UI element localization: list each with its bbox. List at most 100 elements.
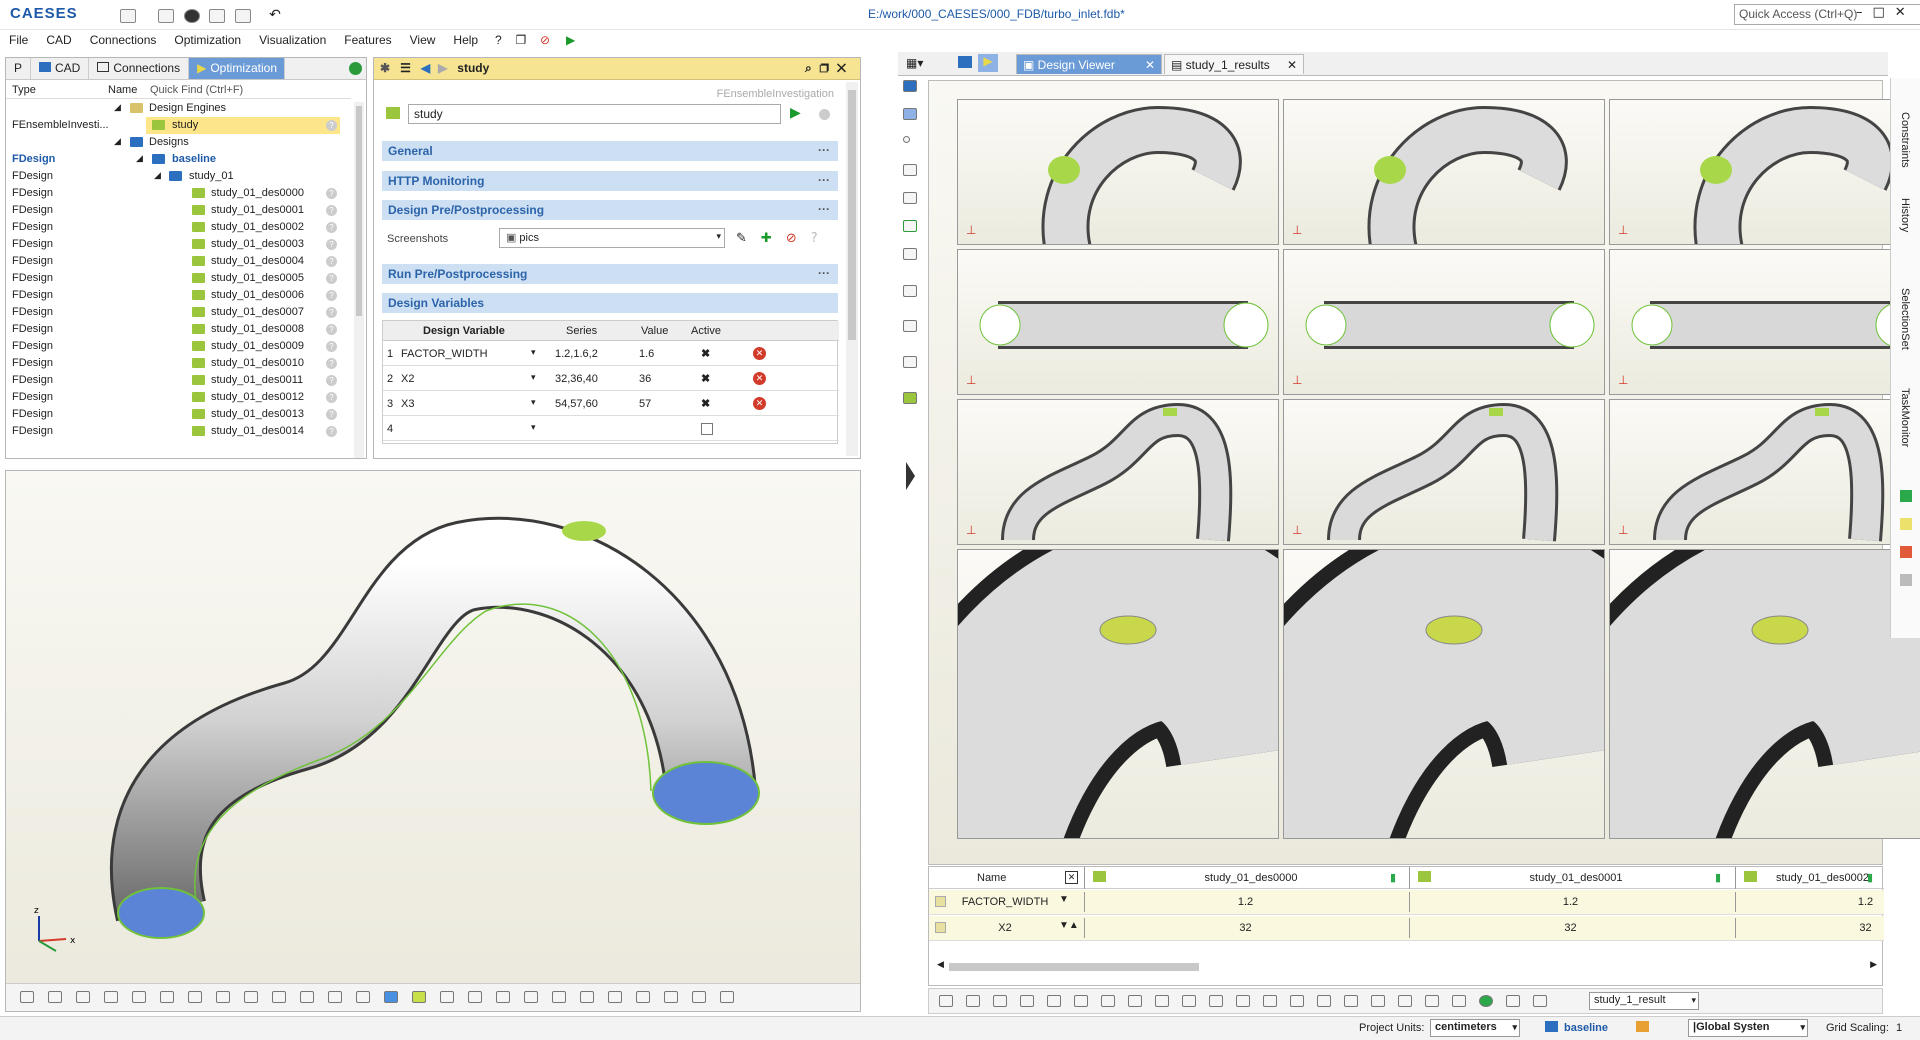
lock-icon[interactable]: ▮ bbox=[1867, 871, 1873, 884]
design-preview-cell[interactable]: ⊥ bbox=[1609, 399, 1920, 545]
undo-icon[interactable]: ↶ bbox=[269, 7, 281, 23]
play-icon[interactable]: ▶ bbox=[978, 54, 998, 72]
tool-surface-icon[interactable] bbox=[903, 192, 917, 204]
viewer-tool-icon[interactable] bbox=[1479, 995, 1493, 1007]
cut-icon[interactable] bbox=[272, 991, 286, 1003]
active-checkbox[interactable]: ✖ bbox=[701, 372, 710, 385]
pipe-model[interactable]: z x bbox=[6, 471, 862, 983]
tree-scroll-thumb[interactable] bbox=[356, 106, 362, 316]
search-icon[interactable] bbox=[720, 991, 734, 1003]
tree-item[interactable]: FDesign study_01_des0013? bbox=[6, 406, 351, 423]
help-icon[interactable]: ? bbox=[326, 205, 337, 216]
viewer-tool-icon[interactable] bbox=[1344, 995, 1358, 1007]
help-icon[interactable] bbox=[819, 109, 830, 120]
close-icon[interactable]: ✕ bbox=[1145, 58, 1155, 72]
active-checkbox[interactable]: ✖ bbox=[701, 397, 710, 410]
tool-green-surface-icon[interactable] bbox=[903, 220, 917, 232]
design-preview-cell[interactable]: ⊥ bbox=[1283, 399, 1605, 545]
side-taskmonitor[interactable]: TaskMonitor bbox=[1899, 388, 1911, 447]
tree-item[interactable]: FDesign study_01_des0003? bbox=[6, 236, 351, 253]
main-3d-viewport[interactable]: z x bbox=[5, 470, 861, 1012]
menu-file[interactable]: File bbox=[0, 30, 37, 47]
design-preview-cell[interactable]: ⊥ bbox=[1609, 249, 1920, 395]
row-series[interactable]: 1.2,1.6,2 bbox=[555, 348, 598, 360]
delete-icon[interactable]: ✕ bbox=[753, 372, 766, 385]
tool-run-icon[interactable] bbox=[903, 392, 917, 404]
tree-item[interactable]: FDesign study_01_des0006? bbox=[6, 287, 351, 304]
lock-icon[interactable]: ▮ bbox=[1715, 871, 1721, 884]
tree-item[interactable]: FDesign study_01_des0009? bbox=[6, 338, 351, 355]
tab-p[interactable]: P bbox=[6, 58, 32, 79]
table-row[interactable]: 3 X3 ▾ 54,57,60 57 ✖ ✕ bbox=[383, 392, 839, 416]
help-icon[interactable]: ? bbox=[326, 188, 337, 199]
lock-icon[interactable]: ▮ bbox=[1390, 871, 1396, 884]
layout-grid-icon[interactable]: ▦▾ bbox=[906, 56, 923, 70]
status-gray-icon[interactable] bbox=[1900, 574, 1912, 586]
row-value[interactable]: 57 bbox=[639, 398, 651, 410]
run-icon[interactable]: ▶ bbox=[790, 105, 801, 121]
section-http[interactable]: HTTP Monitoring ··· bbox=[382, 171, 838, 191]
more-icon[interactable]: ··· bbox=[818, 202, 830, 216]
sort-icon[interactable]: ▼▲ bbox=[1059, 920, 1079, 931]
active-checkbox[interactable]: ✖ bbox=[701, 347, 710, 360]
row-variable[interactable]: X2 bbox=[401, 373, 414, 385]
tab-connections[interactable]: Connections bbox=[89, 58, 190, 79]
mesh-icon[interactable] bbox=[692, 991, 706, 1003]
info-icon[interactable] bbox=[384, 991, 398, 1003]
chevron-down-icon[interactable]: ▾ bbox=[531, 372, 536, 383]
help-icon[interactable]: ? bbox=[326, 375, 337, 386]
close-icon[interactable]: ✕ bbox=[1895, 5, 1916, 20]
curve-icon[interactable] bbox=[104, 991, 118, 1003]
results-column-header[interactable]: study_01_des0000 ▮ bbox=[1084, 867, 1406, 889]
results-scrollbar[interactable]: ◀ ▶ bbox=[937, 959, 1877, 973]
chevron-down-icon[interactable]: ▾ bbox=[716, 231, 721, 242]
chevron-down-icon[interactable]: ▾ bbox=[1800, 1022, 1805, 1033]
results-column-header[interactable]: study_01_des0002 ▮ bbox=[1735, 867, 1883, 889]
tree-study-01[interactable]: FDesign ◢ study_01 bbox=[6, 168, 351, 185]
maximize-icon[interactable]: □ bbox=[1873, 5, 1895, 20]
brep-icon[interactable] bbox=[244, 991, 258, 1003]
surface-icon[interactable] bbox=[132, 991, 146, 1003]
viewer-tool-icon[interactable] bbox=[1425, 995, 1439, 1007]
chevron-down-icon[interactable]: ▾ bbox=[531, 397, 536, 408]
expand-icon[interactable]: ◢ bbox=[114, 136, 121, 147]
axis-icon[interactable] bbox=[356, 991, 370, 1003]
viewer-tool-icon[interactable] bbox=[1263, 995, 1277, 1007]
table-row[interactable]: 4 ▾ bbox=[383, 417, 839, 441]
shade-icon[interactable] bbox=[636, 991, 650, 1003]
viewer-tool-icon[interactable] bbox=[1209, 995, 1223, 1007]
menu-optimization[interactable]: Optimization bbox=[165, 30, 250, 47]
run-icon[interactable]: ▶ bbox=[558, 30, 583, 50]
results-scroll-thumb[interactable] bbox=[949, 963, 1199, 971]
copy-icon[interactable]: ❐ bbox=[509, 30, 532, 50]
tree-item[interactable]: FDesign study_01_des0000? bbox=[6, 185, 351, 202]
viewer-tool-icon[interactable] bbox=[1317, 995, 1331, 1007]
tree-item[interactable]: FDesign study_01_des0005? bbox=[6, 270, 351, 287]
viewer-tool-icon[interactable] bbox=[1074, 995, 1088, 1007]
rotate-y-icon[interactable] bbox=[496, 991, 510, 1003]
results-cell[interactable]: 1.2 bbox=[1084, 892, 1406, 912]
camera-icon[interactable] bbox=[664, 991, 678, 1003]
tree-baseline[interactable]: FDesign ◢ baseline bbox=[6, 151, 351, 168]
expand-icon[interactable]: ◢ bbox=[114, 102, 121, 113]
new-file-icon[interactable] bbox=[157, 8, 174, 23]
help-icon[interactable]: ? bbox=[326, 341, 337, 352]
tree-item[interactable]: FDesign study_01_des0010? bbox=[6, 355, 351, 372]
scroll-right-icon[interactable]: ▶ bbox=[1870, 959, 1877, 970]
view-fit-icon[interactable] bbox=[20, 991, 34, 1003]
viewer-tool-icon[interactable] bbox=[1398, 995, 1412, 1007]
design-preview-cell[interactable]: ⊥ bbox=[957, 249, 1279, 395]
solid-icon[interactable] bbox=[188, 991, 202, 1003]
viewer-tool-icon[interactable] bbox=[1236, 995, 1250, 1007]
add-icon[interactable]: ✚ bbox=[761, 231, 786, 246]
help-icon[interactable]: ? bbox=[326, 392, 337, 403]
tree-item[interactable]: FDesign study_01_des0014? bbox=[6, 423, 351, 440]
tool-point-icon[interactable] bbox=[903, 136, 910, 143]
tool-curve-icon[interactable] bbox=[903, 164, 917, 176]
viewer-tool-icon[interactable] bbox=[1506, 995, 1520, 1007]
point-icon[interactable] bbox=[76, 991, 90, 1003]
green-surface-icon[interactable] bbox=[160, 991, 174, 1003]
design-preview-cell[interactable]: ⊥ bbox=[1283, 249, 1605, 395]
measure-icon[interactable] bbox=[216, 991, 230, 1003]
tree-engine-study[interactable]: FEnsembleInvesti... study? bbox=[6, 117, 351, 134]
